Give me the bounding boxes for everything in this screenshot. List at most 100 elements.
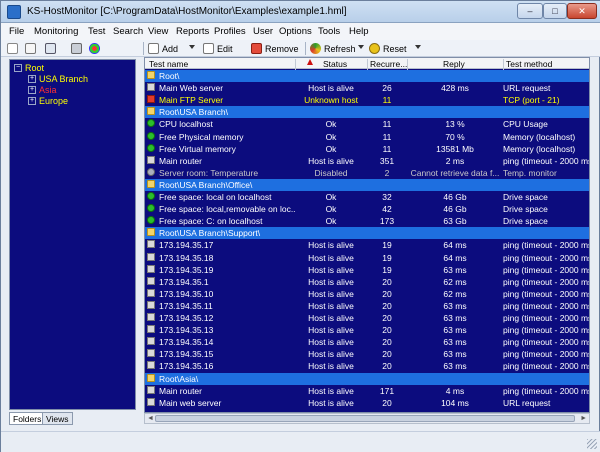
menu-help[interactable]: Help	[349, 26, 369, 37]
table-row[interactable]: Main FTP Server Unknown host 11 TCP (port -…	[145, 94, 589, 106]
table-row[interactable]: 173.194.35.16 Host is alive 20 63 ms ping (t…	[145, 360, 589, 372]
table-row[interactable]: Free space: local,removable on loc... Ok 4…	[145, 203, 589, 215]
column-test-name[interactable]: Test name	[149, 59, 188, 69]
folder-path: Root\USA Branch\Office\	[159, 179, 253, 190]
table-row[interactable]: 173.194.35.14 Host is alive 20 63 ms ping (t…	[145, 336, 589, 348]
tree-item-asia[interactable]: + Asia	[28, 84, 57, 95]
column-reply[interactable]: Reply	[443, 59, 465, 69]
folder-row[interactable]: Root\Asia\	[145, 372, 589, 385]
cell-test-name: Server room: Temperature	[159, 167, 259, 178]
tree-label-usa-branch: USA Branch	[39, 73, 89, 84]
collapse-icon[interactable]: −	[14, 63, 22, 72]
cell-test-method: TCP (port - 21)	[503, 95, 560, 106]
expand-icon[interactable]: +	[28, 85, 36, 94]
menu-options[interactable]: Options	[279, 26, 312, 37]
expand-icon[interactable]: +	[28, 96, 36, 105]
table-row[interactable]: Main Web server Host is alive 26 428 ms URL …	[145, 82, 589, 94]
add-button[interactable]: Add	[148, 42, 178, 55]
refresh-dropdown-arrow-icon[interactable]	[358, 45, 364, 49]
table-row[interactable]: Main router Host is alive 351 2 ms ping (tim…	[145, 155, 589, 167]
cell-reply: 63 Gb	[443, 216, 467, 227]
column-separator[interactable]	[503, 59, 504, 70]
folder-icon	[147, 228, 155, 237]
close-button[interactable]: ✕	[567, 3, 597, 19]
add-dropdown-arrow-icon[interactable]	[189, 45, 195, 49]
scroll-left-icon[interactable]: ◄	[147, 415, 154, 422]
tree-item-root[interactable]: − Root	[14, 62, 44, 73]
table-row[interactable]: 173.194.35.15 Host is alive 20 63 ms ping (t…	[145, 348, 589, 360]
tree-item-usa-branch[interactable]: + USA Branch	[28, 73, 88, 84]
table-row[interactable]: 173.194.35.11 Host is alive 20 63 ms ping (t…	[145, 300, 589, 312]
menu-test[interactable]: Test	[88, 26, 105, 37]
scroll-right-icon[interactable]: ►	[580, 415, 587, 422]
expand-icon[interactable]: +	[28, 74, 36, 83]
table-row[interactable]: 173.194.35.17 Host is alive 19 64 ms ping (t…	[145, 239, 589, 251]
edit-icon	[203, 43, 214, 54]
table-row[interactable]: 173.194.35.10 Host is alive 20 62 ms ping (t…	[145, 288, 589, 300]
cell-recurrences: 26	[382, 83, 392, 94]
column-status[interactable]: Status	[323, 59, 347, 69]
folder-row[interactable]: Root\	[145, 70, 589, 82]
panel-splitter[interactable]	[138, 57, 143, 429]
menu-file[interactable]: File	[9, 26, 24, 37]
table-row[interactable]: 173.194.35.13 Host is alive 20 63 ms ping (t…	[145, 324, 589, 336]
menu-search[interactable]: Search	[113, 26, 143, 37]
cell-recurrences: 20	[382, 397, 392, 408]
table-row[interactable]: Server room: Temperature Disabled 2 Cannot …	[145, 167, 589, 179]
refresh-button[interactable]: Refresh	[310, 42, 356, 55]
column-separator[interactable]	[407, 59, 408, 70]
delete-button[interactable]	[71, 42, 82, 55]
table-row[interactable]: Free Virtual memory Ok 11 13581 Mb Memory (l…	[145, 143, 589, 155]
trash-icon	[71, 43, 82, 54]
folder-row[interactable]: Root\USA Branch\Support\	[145, 227, 589, 240]
cell-status: Unknown host	[304, 95, 358, 106]
cell-recurrences: 20	[382, 325, 392, 336]
color-scheme-button[interactable]	[89, 42, 100, 55]
edit-button[interactable]: Edit	[203, 42, 233, 55]
table-row[interactable]: 173.194.35.18 Host is alive 19 64 ms ping (t…	[145, 252, 590, 264]
folder-row[interactable]: Root\USA Branch\	[145, 106, 589, 119]
tab-views[interactable]: Views	[42, 412, 73, 425]
horizontal-scrollbar[interactable]: ◄ ►	[144, 413, 590, 424]
table-row[interactable]: Free Physical memory Ok 11 70 % Memory (loca…	[145, 131, 589, 143]
reset-dropdown-arrow-icon[interactable]	[415, 45, 421, 49]
remove-button[interactable]: Remove	[251, 42, 299, 55]
status-ok-icon	[147, 143, 155, 152]
menu-monitoring[interactable]: Monitoring	[34, 26, 78, 37]
minimize-button[interactable]: –	[517, 3, 543, 19]
cell-test-method: ping (timeout - 2000 ms)	[503, 252, 590, 263]
table-row[interactable]: Main router Host is alive 171 4 ms ping (tim…	[145, 385, 589, 397]
table-row[interactable]: Free space: local on localhost Ok 32 46 Gb D…	[145, 191, 589, 203]
cell-recurrences: 20	[382, 313, 392, 323]
copy-icon	[45, 43, 56, 54]
folder-row[interactable]: Root\USA Branch\Office\	[145, 178, 589, 191]
cell-reply: 2 ms	[445, 155, 465, 166]
table-row[interactable]: 173.194.35.1 Host is alive 20 62 ms ping (ti…	[145, 276, 589, 288]
menu-tools[interactable]: Tools	[318, 26, 340, 37]
table-row[interactable]: CPU localhost Ok 11 13 % CPU Usage	[145, 118, 589, 130]
menu-reports[interactable]: Reports	[176, 26, 209, 37]
column-separator[interactable]	[295, 59, 296, 70]
table-row[interactable]: Free space: C: on localhost Ok 173 63 Gb Dri…	[145, 215, 589, 227]
maximize-button[interactable]: □	[543, 3, 567, 19]
column-separator[interactable]	[367, 59, 368, 70]
menu-view[interactable]: View	[148, 26, 168, 37]
scrollbar-thumb[interactable]	[155, 415, 575, 422]
menu-user[interactable]: User	[253, 26, 273, 37]
cell-recurrences: 20	[382, 276, 392, 287]
table-row[interactable]: 173.194.35.19 Host is alive 19 63 ms ping (t…	[145, 264, 589, 276]
reset-button[interactable]: Reset	[369, 42, 407, 55]
copy-button[interactable]	[45, 42, 56, 55]
table-row[interactable]: 173.194.35.12 Host is alive 20 63 ms ping (t…	[145, 312, 589, 324]
new-file-button[interactable]	[7, 42, 18, 55]
cell-status: Host is alive	[308, 276, 354, 287]
cell-recurrences: 19	[382, 264, 392, 275]
table-row[interactable]: Main web server Host is alive 20 104 ms URL …	[145, 397, 589, 409]
column-test-method[interactable]: Test method	[506, 59, 552, 69]
menu-profiles[interactable]: Profiles	[214, 26, 246, 37]
tab-folders[interactable]: Folders	[9, 412, 46, 425]
column-recurrences[interactable]: Recurre...	[370, 59, 407, 69]
open-file-button[interactable]	[25, 42, 36, 55]
resize-grip-icon[interactable]	[587, 439, 597, 449]
tree-item-europe[interactable]: + Europe	[28, 95, 68, 106]
